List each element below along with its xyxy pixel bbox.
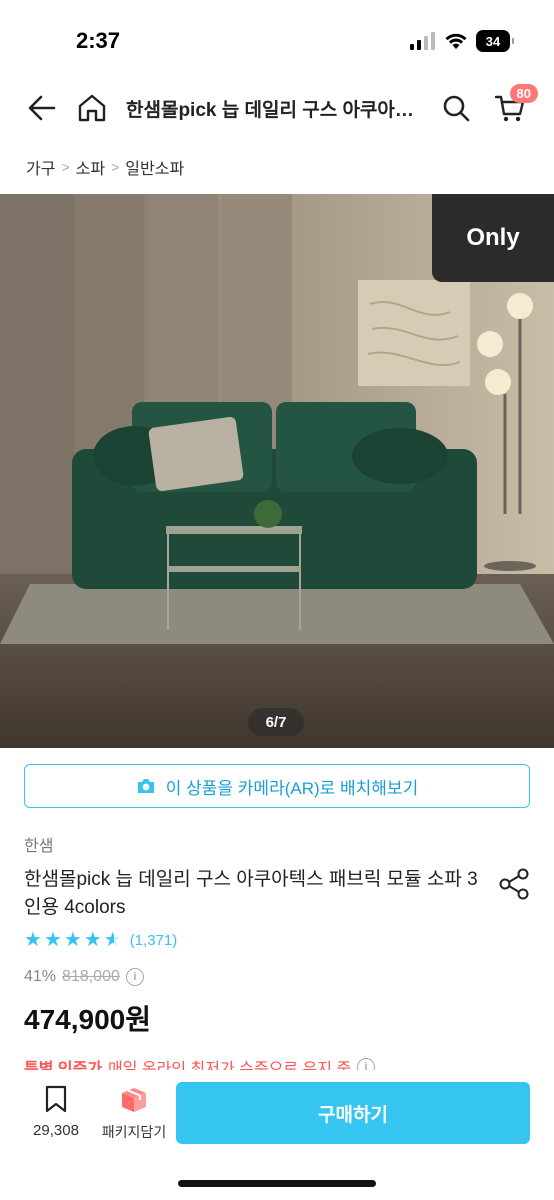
share-button[interactable]	[496, 866, 532, 902]
brand-name[interactable]: 한샘	[24, 832, 53, 856]
half-star-icon: ★	[103, 929, 122, 951]
review-count[interactable]: (1,371)	[130, 932, 178, 949]
page-title: 한샘몰pick 늡 데일리 구스 아쿠아텍스 패브릭 모듈 소파 3인용 4co…	[126, 100, 416, 121]
package-button[interactable]: 패키지담기	[98, 1084, 170, 1142]
chevron-right-icon: >	[61, 159, 70, 175]
discount-rate: 41%	[24, 968, 57, 985]
rating[interactable]: ★ ★ ★ ★ ★ (1,371)	[24, 930, 177, 950]
back-button[interactable]	[22, 88, 62, 128]
package-label: 패키지담기	[101, 1124, 167, 1140]
wifi-icon	[445, 33, 467, 49]
top-navigation: 한샘몰pick 늡 데일리 구스 아쿠아텍스 패브릭 모듈 소파 3인용 4co…	[0, 80, 554, 140]
share-icon	[499, 868, 529, 900]
discount-row: 41% 818,000 i	[24, 968, 144, 986]
breadcrumb-item-general-sofa[interactable]: 일반소파	[125, 155, 184, 179]
star-icon: ★	[43, 929, 62, 951]
star-icon: ★	[83, 929, 102, 951]
star-icon: ★	[63, 929, 82, 951]
home-button[interactable]	[72, 88, 112, 128]
arrow-left-icon	[28, 95, 56, 121]
camera-icon	[137, 779, 154, 793]
chevron-right-icon: >	[111, 159, 120, 175]
star-icon: ★	[24, 929, 42, 951]
gift-box-icon	[122, 1088, 146, 1112]
ar-view-label: 이 상품을 카메라(AR)로 배치해보기	[165, 778, 419, 798]
scrap-button[interactable]: 29,308	[24, 1084, 88, 1139]
home-indicator	[178, 1180, 376, 1187]
search-button[interactable]	[436, 88, 476, 128]
breadcrumb-item-sofa[interactable]: 소파	[76, 155, 105, 179]
sale-price: 474,900원	[24, 1004, 151, 1035]
cart-count-badge: 80	[509, 84, 538, 103]
status-icons: 34	[410, 30, 514, 52]
battery-indicator: 34	[476, 30, 514, 52]
product-title: 한샘몰pick 늡 데일리 구스 아쿠아텍스 패브릭 모듈 소파 3인용 4co…	[24, 869, 478, 918]
buy-button[interactable]: 구매하기	[176, 1082, 530, 1144]
home-icon	[78, 94, 106, 122]
ar-view-button[interactable]: 이 상품을 카메라(AR)로 배치해보기	[24, 764, 530, 808]
only-badge: Only	[432, 194, 554, 282]
scrap-count: 29,308	[33, 1122, 79, 1139]
info-icon[interactable]: i	[125, 968, 144, 986]
bookmark-icon	[45, 1085, 67, 1113]
breadcrumb: 가구 > 소파 > 일반소파	[26, 155, 184, 179]
image-page-indicator: 6/7	[248, 708, 304, 736]
status-bar: 2:37 34	[0, 0, 554, 80]
original-price: 818,000	[62, 968, 120, 985]
status-time: 2:37	[76, 28, 121, 53]
cellular-signal-icon	[410, 32, 435, 50]
search-icon	[443, 95, 470, 122]
breadcrumb-item-furniture[interactable]: 가구	[26, 155, 55, 179]
